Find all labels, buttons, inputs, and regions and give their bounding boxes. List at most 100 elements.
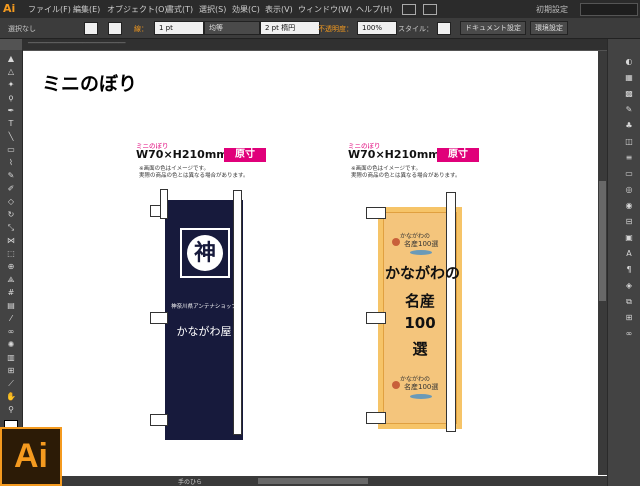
- selection-status: 選択なし: [8, 25, 36, 33]
- links-panel-icon[interactable]: ∞: [622, 329, 636, 339]
- menu-help[interactable]: ヘルプ(H): [356, 4, 392, 15]
- spec-left-note1: ※画面の色はイメージです。: [139, 166, 209, 172]
- transparency-panel-icon[interactable]: ◎: [622, 185, 636, 195]
- banner-navy-emblem-char: 神: [187, 235, 223, 271]
- brush-definition[interactable]: 2 pt 楕円: [260, 21, 320, 35]
- menu-window[interactable]: ウィンドウ(W): [298, 4, 352, 15]
- symbol-sprayer-tool-icon[interactable]: ✺: [4, 340, 18, 350]
- free-transform-tool-icon[interactable]: ⬚: [4, 249, 18, 259]
- rotate-tool-icon[interactable]: ↻: [4, 210, 18, 220]
- width-tool-icon[interactable]: ⋈: [4, 236, 18, 246]
- opacity-label[interactable]: 不透明度：: [318, 24, 353, 34]
- document-setup-button[interactable]: ドキュメント設定: [460, 21, 526, 35]
- opacity-field[interactable]: 100%: [357, 21, 397, 35]
- workspace-switcher[interactable]: 初期設定: [536, 4, 568, 15]
- menu-select[interactable]: 選択(S): [199, 4, 226, 15]
- spec-left-badge: 原寸: [224, 148, 266, 162]
- layers-panel-icon[interactable]: ◈: [622, 281, 636, 291]
- spec-right-note1: ※画面の色はイメージです。: [351, 166, 421, 172]
- banner-yellow-pole: [446, 192, 456, 432]
- lasso-tool-icon[interactable]: ϙ: [4, 93, 18, 103]
- banner-yellow-loop-1: [366, 207, 386, 219]
- rectangle-tool-icon[interactable]: ▭: [4, 145, 18, 155]
- menu-effect[interactable]: 効果(C): [232, 4, 260, 15]
- direct-selection-tool-icon[interactable]: △: [4, 67, 18, 77]
- selection-tool-icon[interactable]: ▲: [4, 54, 18, 64]
- vertical-scrollbar[interactable]: [598, 51, 607, 475]
- pen-tool-icon[interactable]: ✒: [4, 106, 18, 116]
- variable-width-profile[interactable]: 均等: [204, 21, 260, 35]
- graphic-style-swatch[interactable]: [437, 22, 451, 35]
- menu-object[interactable]: オブジェクト(O): [107, 4, 168, 15]
- line-tool-icon[interactable]: ╲: [4, 132, 18, 142]
- eyedropper-tool-icon[interactable]: ⁄: [4, 314, 18, 324]
- search-input[interactable]: [580, 3, 638, 16]
- document-tab[interactable]: ───────────────────────────: [22, 39, 607, 50]
- page-heading: ミニのぼり: [42, 73, 138, 95]
- artboards-panel-icon[interactable]: ⧉: [622, 297, 636, 307]
- perspective-grid-tool-icon[interactable]: ⟁: [4, 275, 18, 285]
- bridge-icon[interactable]: [402, 4, 416, 15]
- character-panel-icon[interactable]: A: [622, 249, 636, 259]
- app-logo-big: Ai: [0, 427, 62, 486]
- menu-view[interactable]: 表示(V): [265, 4, 293, 15]
- graphic-styles-icon[interactable]: ◫: [622, 137, 636, 147]
- banner-yellow-line1: かながわの: [385, 264, 461, 282]
- menu-bar: Ai ファイル(F) 編集(E) オブジェクト(O) 書式(T) 選択(S) 効…: [0, 0, 640, 18]
- magic-wand-tool-icon[interactable]: ✦: [4, 80, 18, 90]
- symbols-panel-icon[interactable]: ♣: [622, 121, 636, 131]
- menu-type[interactable]: 書式(T): [166, 4, 193, 15]
- swatches-panel-icon[interactable]: ▩: [622, 89, 636, 99]
- pencil-tool-icon[interactable]: ✎: [4, 171, 18, 181]
- banner-navy-emblem: 神: [180, 228, 230, 278]
- shape-builder-tool-icon[interactable]: ⊕: [4, 262, 18, 272]
- preferences-button[interactable]: 環境設定: [530, 21, 568, 35]
- blob-brush-tool-icon[interactable]: ✐: [4, 184, 18, 194]
- banner-yellow-loop-2: [366, 312, 386, 324]
- panel-dock: ◐ ▦ ▩ ✎ ♣ ◫ ≡ ▭ ◎ ◉ ⊟ ▣ A ¶ ◈ ⧉ ⊞ ∞: [607, 39, 640, 486]
- fish-icon-top: [410, 250, 432, 255]
- menu-file[interactable]: ファイル(F): [28, 4, 71, 15]
- stroke-label[interactable]: 線：: [134, 24, 148, 34]
- fill-swatch[interactable]: [84, 22, 98, 35]
- gradient-panel-icon[interactable]: ▭: [622, 169, 636, 179]
- spec-right-size: W70×H210mm: [348, 148, 440, 161]
- banner-navy-main-text: かながわ屋: [176, 325, 232, 338]
- appearance-panel-icon[interactable]: ◉: [622, 201, 636, 211]
- zoom-tool-icon[interactable]: ⚲: [4, 405, 18, 415]
- blend-tool-icon[interactable]: ∞: [4, 327, 18, 337]
- banner-navy-loop-3: [150, 414, 168, 426]
- stroke-panel-icon[interactable]: ≡: [622, 153, 636, 163]
- style-label: スタイル：: [398, 25, 433, 33]
- slice-tool-icon[interactable]: ⟋: [4, 379, 18, 389]
- column-graph-tool-icon[interactable]: ▥: [4, 353, 18, 363]
- paragraph-panel-icon[interactable]: ¶: [622, 265, 636, 275]
- menu-edit[interactable]: 編集(E): [73, 4, 100, 15]
- artboard-tool-icon[interactable]: ⊞: [4, 366, 18, 376]
- eraser-tool-icon[interactable]: ◇: [4, 197, 18, 207]
- brushes-panel-icon[interactable]: ✎: [622, 105, 636, 115]
- banner-yellow-bottom-pin: 名産100選: [404, 383, 439, 391]
- horizontal-scrollbar-thumb[interactable]: [258, 478, 368, 484]
- color-panel-icon[interactable]: ◐: [622, 57, 636, 67]
- spec-left-note2: 実際の商品の色とは異なる場合があります。: [139, 173, 249, 179]
- arrange-documents-icon[interactable]: [423, 4, 437, 15]
- align-panel-icon[interactable]: ⊟: [622, 217, 636, 227]
- status-tool-name: 手のひら: [178, 479, 203, 486]
- hand-tool-icon[interactable]: ✋: [4, 392, 18, 402]
- banner-yellow-line2: 名産: [404, 292, 435, 310]
- pathfinder-panel-icon[interactable]: ▣: [622, 233, 636, 243]
- gradient-tool-icon[interactable]: ▤: [4, 301, 18, 311]
- type-tool-icon[interactable]: T: [4, 119, 18, 129]
- scale-tool-icon[interactable]: ⤡: [4, 223, 18, 233]
- vertical-scrollbar-thumb[interactable]: [599, 181, 606, 301]
- color-guide-icon[interactable]: ▦: [622, 73, 636, 83]
- transform-panel-icon[interactable]: ⊞: [622, 313, 636, 323]
- banner-navy-pole: [233, 190, 242, 435]
- stroke-weight-field[interactable]: 1 pt: [154, 21, 204, 35]
- bowl-icon-top: [392, 238, 400, 246]
- stroke-swatch[interactable]: [108, 22, 122, 35]
- artboard[interactable]: [23, 51, 607, 476]
- mesh-tool-icon[interactable]: #: [4, 288, 18, 298]
- paintbrush-tool-icon[interactable]: ⌇: [4, 158, 18, 168]
